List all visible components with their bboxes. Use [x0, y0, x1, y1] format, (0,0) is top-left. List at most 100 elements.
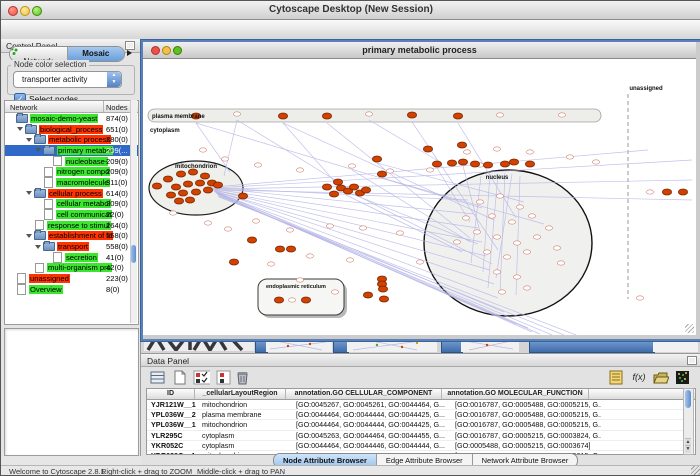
tree-row[interactable]: nitrogen compo209(0)	[5, 166, 138, 177]
graph-node[interactable]	[286, 228, 293, 232]
graph-node[interactable]	[416, 260, 423, 264]
graph-edge[interactable]	[369, 120, 440, 162]
table-column-header[interactable]: ID	[147, 389, 195, 399]
attribute-list-icon[interactable]	[608, 369, 625, 386]
network-canvas[interactable]: plasma membrane cytoplasm mitochondrion …	[143, 59, 696, 335]
graph-node[interactable]	[493, 147, 500, 151]
graph-node-selected[interactable]	[458, 159, 467, 165]
graph-node-selected[interactable]	[678, 189, 687, 195]
table-row[interactable]: YLR295Ccytoplasm[GO:0045263, GO:0044464,…	[147, 431, 695, 441]
network-view-titlebar[interactable]: primary metabolic process	[143, 42, 696, 59]
graph-node-selected[interactable]	[229, 259, 238, 265]
graph-node[interactable]	[224, 227, 231, 231]
tree-row[interactable]: nucleobase-209(0)	[5, 156, 138, 167]
table-scrollbar[interactable]: ▲ ▼	[683, 388, 694, 455]
tree-row[interactable]: cellular metabol209(0)	[5, 199, 138, 210]
new-attribute-icon[interactable]	[171, 369, 188, 386]
graph-node-selected[interactable]	[174, 198, 183, 204]
graph-node[interactable]	[557, 261, 564, 265]
graph-node-selected[interactable]	[163, 176, 172, 182]
graph-node[interactable]	[503, 255, 510, 259]
tree-row[interactable]: Overview8(0)	[5, 284, 138, 295]
graph-node[interactable]	[169, 211, 176, 215]
graph-node[interactable]	[396, 231, 403, 235]
graph-node[interactable]	[331, 290, 338, 294]
tree-row[interactable]: multi-organism pro42(0)	[5, 263, 138, 274]
graph-node-selected[interactable]	[176, 171, 185, 177]
graph-node[interactable]	[348, 164, 355, 168]
graph-node-selected[interactable]	[432, 161, 441, 167]
graph-node[interactable]	[346, 258, 353, 262]
graph-node[interactable]	[646, 190, 653, 194]
graph-node-selected[interactable]	[275, 246, 284, 252]
graph-node[interactable]	[528, 214, 535, 218]
tab-network[interactable]: Network	[10, 47, 68, 61]
graph-node-selected[interactable]	[662, 189, 671, 195]
table-row[interactable]: YPL036W__2plasma membrane[GO:0044464, GO…	[147, 410, 695, 420]
attribute-table-header[interactable]: ID_cellularLayoutRegionannotation.GO CEL…	[147, 389, 695, 400]
tree-row[interactable]: unassigned223(0)	[5, 273, 138, 284]
graph-node[interactable]	[553, 246, 560, 250]
graph-node[interactable]	[513, 241, 520, 245]
tree-row[interactable]: primary metabol209(...	[5, 145, 138, 156]
table-column-header[interactable]: _cellularLayoutRegion	[195, 389, 286, 399]
graph-node[interactable]	[252, 219, 259, 223]
graph-node[interactable]	[221, 157, 228, 161]
graph-node-selected[interactable]	[213, 182, 222, 188]
graph-node-selected[interactable]	[361, 187, 370, 193]
graph-node-selected[interactable]	[329, 191, 338, 197]
graph-node[interactable]	[488, 214, 495, 218]
graph-node-selected[interactable]	[152, 183, 161, 189]
float-panel-icon[interactable]	[687, 356, 697, 365]
graph-node-selected[interactable]	[423, 146, 432, 152]
graph-node[interactable]	[523, 250, 530, 254]
table-column-header[interactable]: annotation.GO CELLULAR_COMPONENT	[286, 389, 442, 399]
expander-arrow-icon[interactable]	[26, 191, 32, 195]
expander-arrow-icon[interactable]	[26, 138, 32, 142]
expander-arrow-icon[interactable]	[35, 245, 41, 249]
graph-node-selected[interactable]	[349, 184, 358, 190]
delete-attribute-icon[interactable]	[235, 369, 252, 386]
graph-node[interactable]	[496, 113, 503, 117]
graph-node[interactable]	[288, 298, 295, 302]
graph-node[interactable]	[233, 112, 240, 116]
tree-row[interactable]: metabolic process280(0)	[5, 134, 138, 145]
birds-eye-view[interactable]	[4, 328, 139, 456]
tree-row[interactable]: cellular process614(0)	[5, 188, 138, 199]
graph-node[interactable]	[493, 270, 500, 274]
graph-node[interactable]	[523, 286, 530, 290]
graph-node-selected[interactable]	[483, 162, 492, 168]
graph-node-selected[interactable]	[322, 184, 331, 190]
graph-node[interactable]	[545, 226, 552, 230]
graph-node-selected[interactable]	[195, 180, 204, 186]
graph-node-selected[interactable]	[185, 197, 194, 203]
expander-arrow-icon[interactable]	[26, 234, 32, 238]
graph-node[interactable]	[533, 235, 540, 239]
graph-node[interactable]	[359, 226, 366, 230]
graph-node[interactable]	[365, 112, 372, 116]
float-panel-icon[interactable]	[125, 41, 135, 50]
tab-overflow-arrow-icon[interactable]	[127, 50, 132, 56]
graph-node[interactable]	[462, 216, 469, 220]
graph-node-selected[interactable]	[322, 113, 331, 119]
graph-node-selected[interactable]	[525, 161, 534, 167]
graph-node[interactable]	[513, 275, 520, 279]
graph-node-selected[interactable]	[453, 113, 462, 119]
table-column-header[interactable]: annotation.GO MOLECULAR_FUNCTION	[442, 389, 589, 399]
graph-node-selected[interactable]	[286, 246, 295, 252]
tree-row[interactable]: mosaic-demo-yeast874(0)	[5, 113, 138, 124]
table-row[interactable]: YPL036W__1mitochondrion[GO:0044464, GO:0…	[147, 420, 695, 430]
graph-node[interactable]	[516, 205, 523, 209]
graph-edge[interactable]	[224, 120, 237, 176]
graph-node[interactable]	[558, 113, 565, 117]
graph-node[interactable]	[296, 278, 303, 282]
canvas-resize-grip[interactable]	[685, 324, 694, 333]
tree-row[interactable]: establishment of lo558(0)	[5, 231, 138, 242]
tree-row[interactable]: secretion41(0)	[5, 252, 138, 263]
table-row[interactable]: YKR052Ccytoplasm[GO:0044464, GO:0044446,…	[147, 441, 695, 451]
graph-node-selected[interactable]	[274, 297, 283, 303]
table-grid-icon[interactable]	[149, 369, 166, 386]
graph-node[interactable]	[267, 262, 274, 266]
graph-node[interactable]	[204, 221, 211, 225]
expander-arrow-icon[interactable]	[35, 148, 41, 152]
